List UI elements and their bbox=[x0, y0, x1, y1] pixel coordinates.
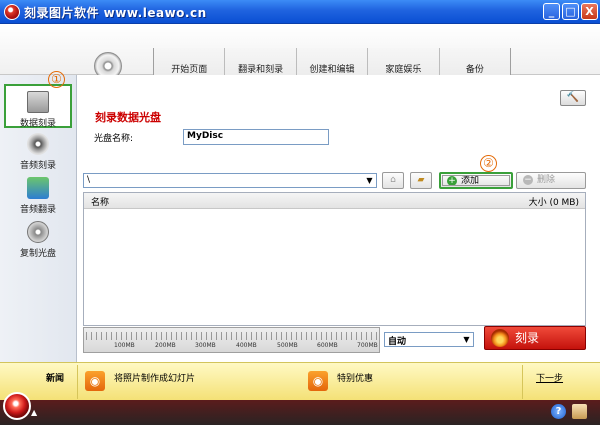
chevron-down-icon[interactable]: ▼ bbox=[364, 175, 375, 186]
close-button[interactable]: X bbox=[581, 3, 598, 20]
copy-disc-icon bbox=[27, 221, 49, 243]
column-header-size[interactable]: 大小 (0 MB) bbox=[529, 195, 579, 208]
audio-disc-icon bbox=[27, 133, 49, 155]
status-bar: ▲ ? bbox=[0, 392, 600, 425]
caret-up-icon[interactable]: ▲ bbox=[31, 408, 37, 417]
sidebar-item-label: 复制光盘 bbox=[19, 249, 56, 259]
sidebar-item-audio-burn[interactable]: 音频刻录 bbox=[4, 133, 72, 177]
delete-button-label: 删除 bbox=[537, 175, 556, 185]
disc-name-label: 光盘名称: bbox=[94, 134, 134, 144]
news-link-special-offer[interactable]: 特别优惠 bbox=[337, 371, 373, 384]
data-disc-icon bbox=[27, 91, 49, 113]
plus-icon: + bbox=[447, 176, 457, 186]
path-dropdown[interactable]: \ ▼ bbox=[83, 173, 377, 188]
burn-button[interactable]: 刻录 bbox=[484, 326, 586, 350]
minimize-button[interactable]: _ bbox=[543, 3, 560, 20]
column-header-name[interactable]: 名称 bbox=[91, 195, 109, 208]
new-folder-icon: ▰ bbox=[417, 175, 425, 185]
delete-button[interactable]: − 删除 bbox=[516, 172, 586, 189]
news-label: 新闻 bbox=[46, 374, 65, 384]
burn-flame-icon bbox=[491, 329, 509, 347]
capacity-bar: 100MB 200MB 300MB 400MB 500MB 600MB 700M… bbox=[83, 327, 380, 353]
add-button-label: 添加 bbox=[461, 176, 480, 186]
sidebar-item-data-burn[interactable]: 数据刻录 bbox=[4, 84, 72, 129]
chevron-down-icon[interactable]: ▼ bbox=[461, 334, 472, 345]
disc-name-input[interactable]: MyDisc bbox=[183, 129, 329, 145]
app-icon bbox=[4, 4, 20, 20]
sidebar-item-label: 音频翻录 bbox=[19, 205, 56, 215]
file-list[interactable]: 名称 大小 (0 MB) bbox=[83, 192, 586, 326]
sidebar-item-copy-disc[interactable]: 复制光盘 bbox=[4, 221, 72, 265]
capacity-ticks bbox=[86, 332, 377, 340]
sidebar-item-audio-rip[interactable]: 音频翻录 bbox=[4, 177, 72, 221]
rss-icon: ◉ bbox=[85, 371, 105, 391]
capacity-tick-label: 500MB bbox=[277, 342, 298, 349]
capacity-tick-label: 100MB bbox=[114, 342, 135, 349]
up-folder-icon: ⌂ bbox=[390, 175, 396, 185]
new-folder-button[interactable]: ▰ bbox=[410, 172, 432, 189]
news-bar: 新闻 ◉ 将照片制作成幻灯片 ◉ 特别优惠 下一步 bbox=[0, 362, 600, 400]
settings-hammer-button[interactable]: 🔨 bbox=[560, 90, 586, 106]
up-folder-button[interactable]: ⌂ bbox=[382, 172, 404, 189]
file-list-header: 名称 大小 (0 MB) bbox=[84, 193, 585, 209]
news-link-slideshow[interactable]: 将照片制作成幻灯片 bbox=[114, 371, 195, 384]
capacity-tick-label: 600MB bbox=[317, 342, 338, 349]
add-button[interactable]: + 添加 bbox=[439, 172, 513, 189]
window-title: 刻录图片软件 www.leawo.cn bbox=[24, 6, 207, 20]
burn-button-label: 刻录 bbox=[515, 331, 540, 345]
capacity-tick-label: 400MB bbox=[236, 342, 257, 349]
section-title: 刻录数据光盘 bbox=[95, 111, 161, 124]
speed-value: 自动 bbox=[388, 337, 407, 347]
capacity-tick-label: 200MB bbox=[155, 342, 176, 349]
callout-1-marker: ① bbox=[48, 71, 65, 88]
app-logo-icon[interactable] bbox=[3, 392, 31, 420]
news-divider bbox=[77, 365, 78, 399]
maximize-button[interactable]: □ bbox=[562, 3, 579, 20]
rss-icon: ◉ bbox=[308, 371, 328, 391]
sidebar-item-label: 音频刻录 bbox=[19, 161, 56, 171]
path-value: \ bbox=[87, 175, 91, 185]
minus-icon: − bbox=[523, 175, 533, 185]
sidebar-item-label: 数据刻录 bbox=[19, 119, 56, 129]
capacity-tick-label: 700MB bbox=[357, 342, 378, 349]
title-bar: 刻录图片软件 www.leawo.cn _ □ X bbox=[0, 0, 600, 24]
speed-dropdown[interactable]: 自动 ▼ bbox=[384, 332, 474, 347]
main-panel: 🔨 刻录数据光盘 光盘名称: MyDisc \ ▼ ⌂ ▰ + 添加 − 删除 名称… bbox=[78, 75, 600, 362]
audio-rip-icon bbox=[27, 177, 49, 199]
sidebar: 数据刻录 音频刻录 音频翻录 复制光盘 bbox=[0, 75, 77, 362]
next-link[interactable]: 下一步 bbox=[536, 371, 563, 384]
top-navigation: 开始页面 翻录和刻录 创建和编辑 家庭娱乐 备份 bbox=[0, 24, 600, 96]
callout-2-marker: ② bbox=[480, 155, 497, 172]
capacity-tick-label: 300MB bbox=[195, 342, 216, 349]
help-icon[interactable]: ? bbox=[551, 404, 566, 419]
news-divider bbox=[522, 365, 523, 399]
notes-icon[interactable] bbox=[572, 404, 587, 419]
